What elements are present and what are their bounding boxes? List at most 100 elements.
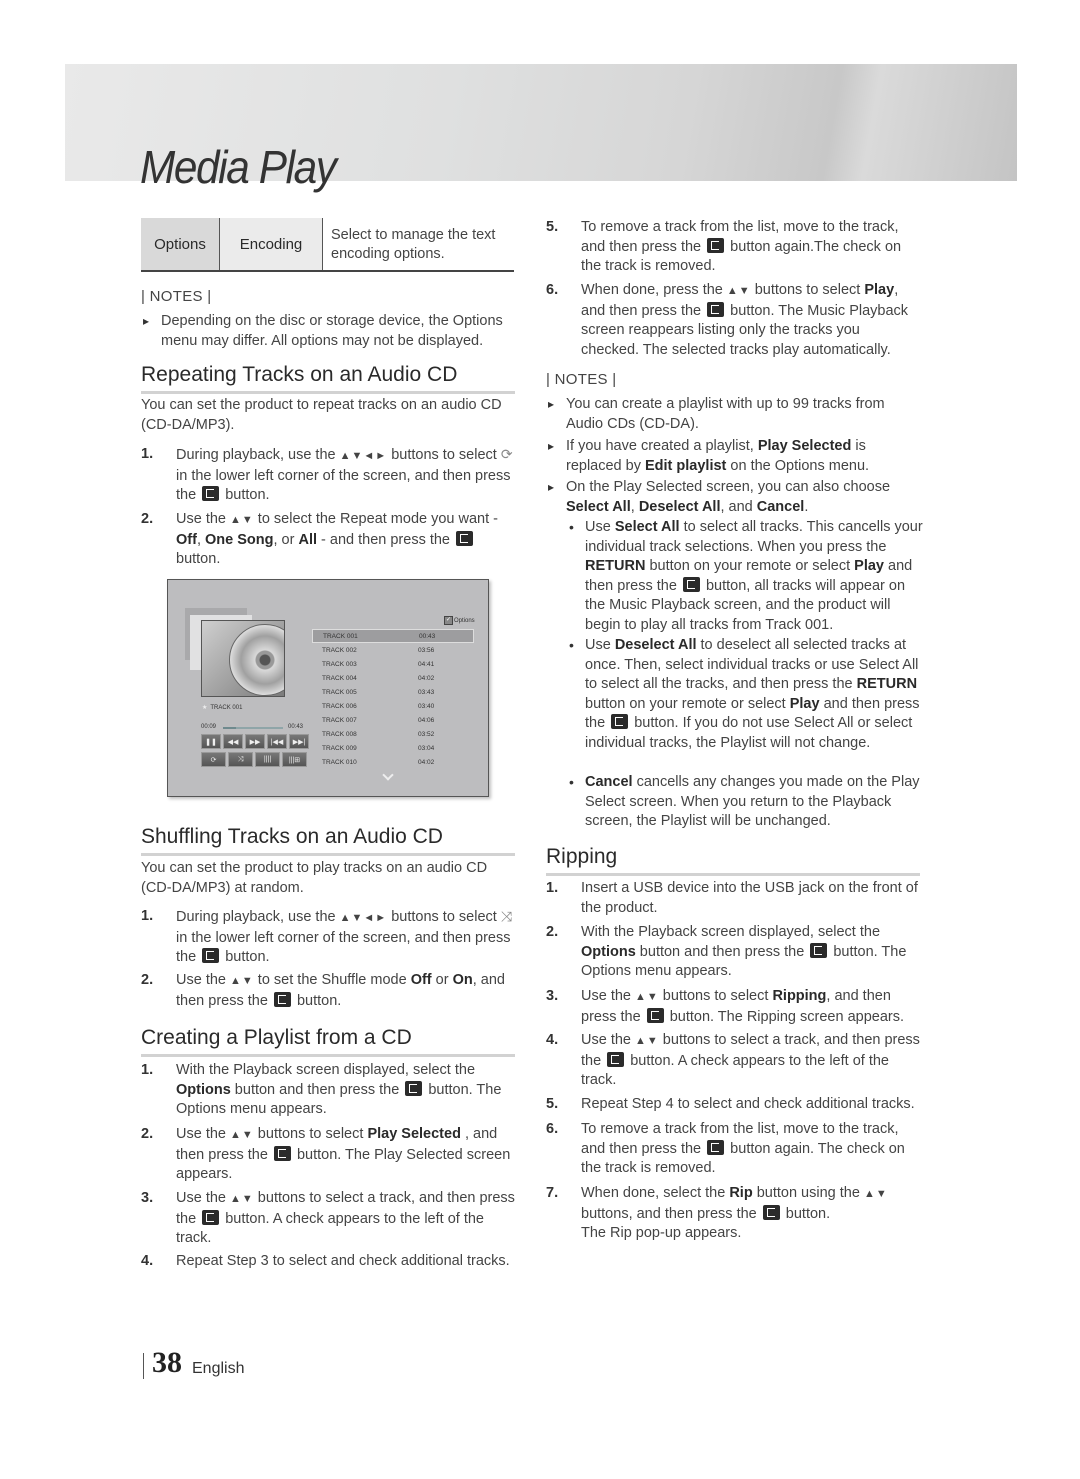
track-list: TRACK 001 00:43 TRACK 002 03:56 TRACK 003 04:… [312,629,474,769]
shuffle-step: 1. During playback, use the ▲▼◄► buttons… [141,907,515,968]
enter-button-icon [762,1204,780,1220]
bullet-text: button on your remote or select [645,558,855,574]
step-text: buttons to select [658,988,773,1004]
options-table: Options Encoding Select to manage the te… [141,218,514,272]
track-name: TRACK 002 [322,646,357,654]
bullet-text: Use [585,519,615,535]
section-heading-playlist: Creating a Playlist from a CD [141,1026,515,1057]
shuffle-icon: ⤨ [500,908,513,924]
step-text: When done, press the [581,282,727,298]
note-item: Depending on the disc or storage device,… [141,311,515,351]
bold-term: Options [581,943,636,960]
track-row[interactable]: TRACK 009 03:04 [312,741,474,755]
progress-bar[interactable] [223,727,283,729]
bold-term: Play Selected [367,1126,461,1142]
step-number: 2. [546,924,559,940]
step-text: buttons, and then press the [581,1205,761,1222]
track-name: TRACK 003 [322,660,357,668]
step-text: button. [221,487,270,503]
arrow-keys-icon: ▲▼◄► [339,912,388,924]
step-number: 2. [141,1126,154,1142]
skip-next-button[interactable]: ▶▶| [289,734,309,749]
enter-button-icon [202,1209,220,1225]
step-text: Repeat Step 3 to select and check additi… [176,1253,510,1269]
step-number: 1. [546,880,559,896]
step-text: button using the [752,1185,864,1201]
step-number: 4. [546,1032,559,1048]
repeat-icon: ⟳ [500,446,513,462]
skip-previous-button[interactable]: |◀◀ [267,734,287,749]
enter-button-icon [707,301,725,317]
step-text: , or [273,531,299,548]
progress-fill [223,727,236,729]
step-number: 1. [141,446,154,462]
track-row[interactable]: TRACK 007 04:06 [312,713,474,727]
track-row[interactable]: TRACK 010 04:02 [312,755,474,769]
skip-next-icon: ▶▶| [292,738,306,746]
enter-button-icon [682,576,700,592]
now-playing-label: TRACK 001 [202,704,242,711]
arrow-keys-icon: ▲▼ [230,975,254,987]
enter-button-icon [456,530,474,546]
ripping-step: 3. Use the ▲▼ buttons to select Ripping,… [546,987,926,1027]
note-item: If you have created a playlist, Play Sel… [546,436,920,476]
bold-term: Play [864,282,895,298]
arrow-keys-icon: ▲▼ [635,991,659,1003]
notes-label: | NOTES | [141,288,212,305]
music-playback-screen: TRACK 001 00:09 00:43 ❚❚ ◀◀ ▶▶ |◀◀ ▶▶| ⟳… [167,579,489,797]
rewind-button[interactable]: ◀◀ [223,734,243,749]
track-row[interactable]: TRACK 004 04:02 [312,671,474,685]
pause-button[interactable]: ❚❚ [201,734,221,749]
track-name: TRACK 004 [322,674,357,682]
chevron-down-icon[interactable] [382,769,394,781]
equalizer-button[interactable]: |||| [255,752,280,767]
track-row[interactable]: TRACK 008 03:52 [312,727,474,741]
options-table-description: Select to manage the text encoding optio… [331,227,496,262]
step-text: or [431,972,453,988]
enter-button-icon [707,237,725,253]
sub-bullet-item: Use Deselect All to deselect all selecte… [565,636,923,753]
playback-controls: ❚❚ ◀◀ ▶▶ |◀◀ ▶▶| [201,734,309,749]
ripping-step: 6. To remove a track from the list, move… [546,1120,920,1179]
track-row[interactable]: TRACK 003 04:41 [312,657,474,671]
enter-button-icon [646,1007,664,1023]
bullet-text: cancells any changes you made on the Pla… [585,774,920,829]
options-button[interactable]: ✓ Options [444,616,475,625]
step-number: 3. [546,988,559,1004]
note-text: You can create a playlist with up to 99 … [566,396,885,432]
track-row[interactable]: TRACK 002 03:56 [312,643,474,657]
track-row[interactable]: TRACK 006 03:40 [312,699,474,713]
fast-forward-button[interactable]: ▶▶ [245,734,265,749]
track-duration: 03:43 [418,688,435,696]
cd-case-icon [201,620,285,697]
step-text: Use the [176,1190,230,1206]
step-number: 6. [546,1121,559,1137]
bold-term: All [298,531,317,548]
arrow-keys-icon: ▲▼ [230,1193,254,1205]
bullet-text: button. If you do not use Select All or … [585,715,913,751]
track-name: TRACK 010 [322,758,357,766]
bullet-text: Use [585,637,615,653]
step-number: 2. [141,511,154,527]
step-text: buttons to select [253,1126,368,1142]
arrow-keys-icon: ▲▼ [635,1035,659,1047]
shuffle-step: 2. Use the ▲▼ to set the Shuffle mode Of… [141,971,515,1011]
bold-term: Rip [729,1185,753,1201]
track-duration: 04:02 [418,758,435,766]
step-text: Use the [581,988,635,1004]
bold-term: Play [789,695,820,712]
enter-button-icon [607,1051,625,1067]
track-row[interactable]: TRACK 005 03:43 [312,685,474,699]
sound-settings-button[interactable]: |||⊞ [282,752,307,767]
repeat-button[interactable]: ⟳ [201,752,226,767]
step-text: button. [176,551,221,567]
ripping-step: 2. With the Playback screen displayed, s… [546,923,920,982]
step-text: buttons to select [750,282,865,298]
step-text: With the Playback screen displayed, sele… [581,924,881,940]
step-text: button. [292,992,342,1009]
options-table-col1: Options [141,218,220,270]
step-text: to select the Repeat mode you want - [253,511,499,527]
track-row[interactable]: TRACK 001 00:43 [312,629,474,643]
shuffle-button[interactable]: ⤨ [228,752,253,767]
shuffle-icon: ⤨ [237,755,244,763]
